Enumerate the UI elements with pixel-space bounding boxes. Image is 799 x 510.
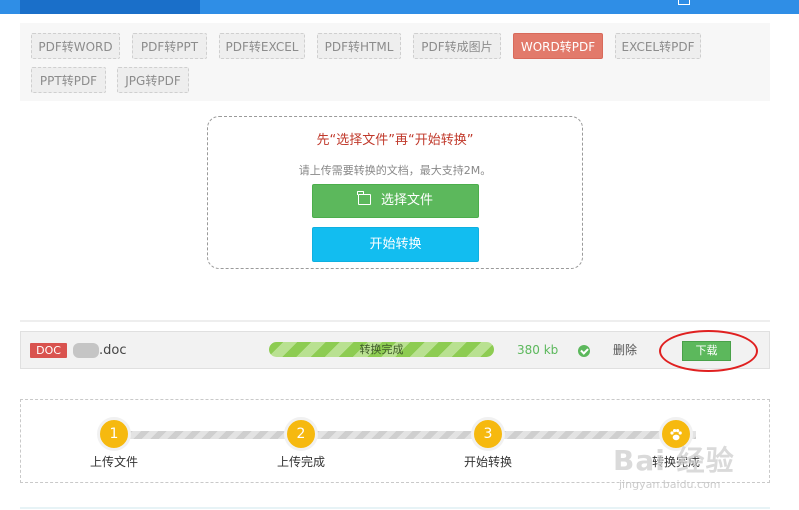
tab-pdf-to-excel[interactable]: PDF转EXCEL [219, 33, 305, 59]
upload-area: 先“选择文件”再“开始转换” 请上传需要转换的文档，最大支持2M。 选择文件 开… [207, 116, 583, 269]
progress-status-text: 转换完成 [359, 343, 404, 356]
step-1-label: 上传文件 [89, 455, 138, 469]
tab-ppt-to-pdf[interactable]: PPT转PDF [31, 67, 106, 93]
delete-link[interactable]: 删除 [613, 343, 637, 358]
check-icon [578, 345, 590, 357]
tab-pdf-to-image[interactable]: PDF转成图片 [413, 33, 501, 59]
file-type-badge: DOC [30, 343, 67, 358]
download-highlight-circle [659, 330, 758, 372]
select-file-button[interactable]: 选择文件 [312, 184, 479, 218]
top-nav-bar [0, 0, 799, 14]
paw-icon [670, 429, 682, 441]
step-2-label: 上传完成 [276, 455, 325, 469]
conversion-progress-bar: 转换完成 [269, 342, 494, 357]
tab-pdf-to-word[interactable]: PDF转WORD [31, 33, 120, 59]
steps-track [116, 431, 696, 439]
step-3-circle: 3 [471, 417, 505, 451]
select-file-label: 选择文件 [380, 193, 433, 208]
step-4-circle [659, 417, 693, 451]
tray-icon[interactable] [678, 0, 690, 5]
tab-word-to-pdf[interactable]: WORD转PDF [513, 33, 603, 59]
top-nav-active-section[interactable] [20, 0, 200, 14]
bottom-divider [20, 507, 770, 509]
progress-steps: 1 上传文件 2 上传完成 3 开始转换 转换完成 [20, 399, 770, 483]
tab-pdf-to-html[interactable]: PDF转HTML [317, 33, 401, 59]
folder-icon [357, 191, 371, 205]
step-3-label: 开始转换 [463, 455, 512, 469]
conversion-tabs-panel: PDF转WORD PDF转PPT PDF转EXCEL PDF转HTML PDF转… [20, 23, 770, 101]
start-convert-label: 开始转换 [369, 237, 422, 252]
tab-pdf-to-ppt[interactable]: PDF转PPT [132, 33, 207, 59]
start-convert-button[interactable]: 开始转换 [312, 227, 479, 262]
upload-instruction-title: 先“选择文件”再“开始转换” [316, 133, 474, 148]
section-divider [20, 320, 770, 322]
file-size: 380 kb [517, 343, 559, 357]
blurred-filename [73, 343, 99, 358]
step-4-label: 转换完成 [651, 455, 700, 469]
step-2-circle: 2 [284, 417, 318, 451]
step-1-circle: 1 [97, 417, 131, 451]
file-list-row: DOC .doc 转换完成 380 kb 删除 下载 [20, 331, 770, 369]
file-name: .doc [99, 343, 127, 358]
upload-hint: 请上传需要转换的文档，最大支持2M。 [298, 164, 492, 177]
tab-excel-to-pdf[interactable]: EXCEL转PDF [615, 33, 701, 59]
tab-jpg-to-pdf[interactable]: JPG转PDF [117, 67, 189, 93]
